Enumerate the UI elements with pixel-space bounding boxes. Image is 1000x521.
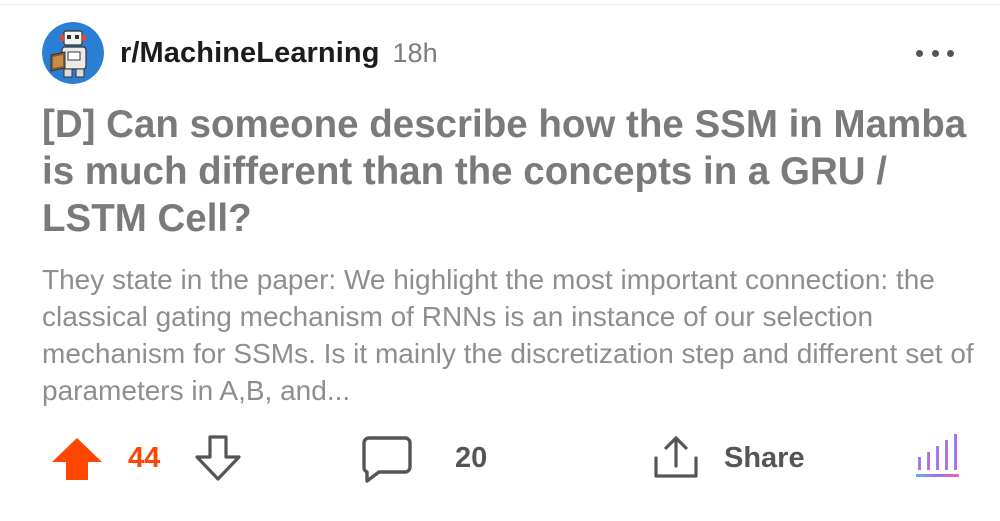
comment-count: 20 [455,442,488,474]
upvote-arrow-icon [52,438,102,480]
more-horizontal-icon-dot [931,49,939,57]
top-divider [0,4,1000,5]
post-header: r/MachineLearning 18h [42,22,438,84]
post-title[interactable]: [D] Can someone describe how the SSM in … [42,101,972,242]
share-button[interactable]: Share [650,432,820,484]
robot-reading-icon [42,22,104,84]
post-body-preview[interactable]: They state in the paper: We highlight th… [42,261,982,409]
post-card: r/MachineLearning 18h [D] Can someone de… [0,0,1000,521]
insights-bars-icon [916,434,959,477]
downvote-button[interactable] [193,434,243,482]
action-bar: 44 20 Share [0,428,1000,488]
subreddit-name[interactable]: r/MachineLearning [120,37,380,70]
subreddit-avatar[interactable] [42,22,104,84]
comments-button[interactable] [361,434,413,484]
more-horizontal-icon [916,49,923,57]
post-age: 18h [392,37,438,68]
vote-count: 44 [128,442,161,474]
insights-button[interactable] [913,430,963,480]
share-icon [654,436,698,478]
more-options-button[interactable] [916,42,954,64]
downvote-arrow-icon [195,435,241,481]
comment-bubble-icon [362,436,412,483]
share-label: Share [724,441,805,474]
more-horizontal-icon-dot [947,49,954,57]
upvote-button[interactable] [50,436,104,482]
